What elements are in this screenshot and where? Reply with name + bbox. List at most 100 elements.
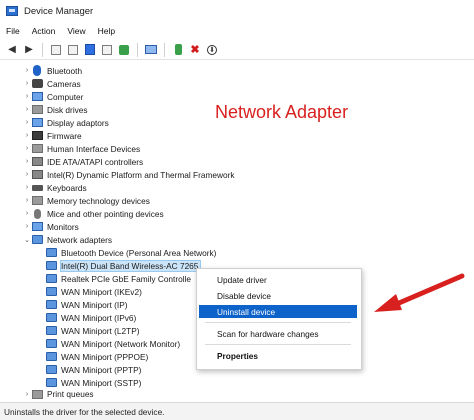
expand-chevron-icon[interactable]: › (22, 106, 32, 113)
tree-item-label: Disk drives (47, 104, 88, 115)
update-icon[interactable] (117, 43, 131, 57)
memory-icon (32, 196, 43, 205)
expand-chevron-icon[interactable]: › (22, 80, 32, 87)
menu-file[interactable]: File (0, 26, 26, 36)
help-icon[interactable] (83, 43, 97, 57)
network-device-item[interactable]: WAN Miniport (Network Monitor) (46, 337, 180, 350)
expand-chevron-icon[interactable]: › (22, 391, 32, 398)
network-icon (32, 235, 43, 244)
tree-item-firmware[interactable]: › Firmware (22, 129, 82, 142)
tree-item-memory[interactable]: › Memory technology devices (22, 194, 150, 207)
tree-item-label: Display adaptors (47, 117, 109, 128)
tree-item-network-adapters[interactable]: ⌄ Network adapters (22, 233, 112, 246)
expand-chevron-icon[interactable]: › (22, 145, 32, 152)
menu-help[interactable]: Help (92, 26, 121, 36)
tree-item-computer[interactable]: › Computer (22, 90, 84, 103)
network-device-label: WAN Miniport (L2TP) (61, 325, 140, 336)
tree-item-mice[interactable]: › Mice and other pointing devices (22, 207, 164, 220)
tree-item-ide[interactable]: › IDE ATA/ATAPI controllers (22, 155, 143, 168)
menu-view[interactable]: View (61, 26, 91, 36)
toolbar-divider (42, 42, 43, 57)
expand-chevron-icon[interactable]: › (22, 197, 32, 204)
expand-chevron-icon[interactable]: › (22, 171, 32, 178)
menu-item-uninstall-device[interactable]: Uninstall device (199, 305, 357, 318)
network-device-item[interactable]: WAN Miniport (IP) (46, 298, 128, 311)
menu-bar: File Action View Help (0, 22, 474, 40)
network-icon (46, 352, 57, 361)
network-device-label: WAN Miniport (IP) (61, 299, 128, 310)
network-icon (46, 378, 57, 387)
expand-chevron-icon[interactable]: › (22, 158, 32, 165)
network-device-item[interactable]: WAN Miniport (IKEv2) (46, 285, 142, 298)
tree-item-label: IDE ATA/ATAPI controllers (47, 156, 144, 167)
network-icon (46, 339, 57, 348)
enable-icon[interactable] (171, 43, 185, 57)
network-device-label: WAN Miniport (Network Monitor) (61, 338, 181, 349)
network-icon (46, 248, 57, 257)
list-icon[interactable] (66, 43, 80, 57)
expand-chevron-icon[interactable]: › (22, 223, 32, 230)
tree-item-label: Intel(R) Dynamic Platform and Thermal Fr… (47, 169, 235, 180)
tree-item-intel-dptf[interactable]: › Intel(R) Dynamic Platform and Thermal … (22, 168, 235, 181)
network-device-item[interactable]: WAN Miniport (PPPOE) (46, 350, 148, 363)
download-icon[interactable]: ⬇ (205, 43, 219, 57)
network-device-item[interactable]: WAN Miniport (PPTP) (46, 363, 141, 376)
network-icon (46, 300, 57, 309)
properties-icon[interactable] (49, 43, 63, 57)
tree-item-hid[interactable]: › Human Interface Devices (22, 142, 140, 155)
mouse-icon (34, 208, 41, 219)
network-device-item[interactable]: Bluetooth Device (Personal Area Network) (46, 246, 216, 259)
menu-divider (205, 344, 351, 345)
expand-chevron-icon[interactable]: › (22, 184, 32, 191)
tree-item-label: Bluetooth (47, 65, 83, 76)
tree-item-print-queues[interactable]: › Print queues (22, 389, 94, 399)
network-icon (46, 326, 57, 335)
view-icon[interactable] (100, 43, 114, 57)
tree-item-label: Print queues (47, 389, 94, 399)
red-arrow-icon (374, 273, 465, 312)
network-device-item[interactable]: WAN Miniport (L2TP) (46, 324, 140, 337)
window-title: Device Manager (24, 5, 94, 17)
status-bar: Uninstalls the driver for the selected d… (0, 402, 474, 420)
expand-chevron-icon[interactable]: › (22, 67, 32, 74)
menu-action[interactable]: Action (26, 26, 62, 36)
menu-item-properties[interactable]: Properties (199, 349, 357, 362)
expand-chevron-icon[interactable]: › (22, 93, 32, 100)
network-icon (46, 274, 57, 283)
forward-arrow-icon[interactable]: ▶ (22, 43, 36, 57)
collapse-chevron-icon[interactable]: ⌄ (22, 236, 32, 244)
network-device-label: WAN Miniport (PPPOE) (61, 351, 149, 362)
uninstall-icon[interactable]: ✖ (188, 43, 202, 57)
tree-item-disk-drives[interactable]: › Disk drives (22, 103, 88, 116)
network-device-item[interactable]: WAN Miniport (SSTP) (46, 376, 141, 389)
menu-divider (205, 322, 351, 323)
expand-chevron-icon[interactable]: › (22, 132, 32, 139)
tree-item-bluetooth[interactable]: › Bluetooth (22, 64, 82, 77)
tree-item-label: Mice and other pointing devices (47, 208, 164, 219)
monitor-icon[interactable] (144, 43, 158, 57)
network-device-item[interactable]: Realtek PCIe GbE Family Controlle (46, 272, 191, 285)
tree-item-cameras[interactable]: › Cameras (22, 77, 81, 90)
network-device-item-selected[interactable]: Intel(R) Dual Band Wireless-AC 7265 (46, 259, 202, 272)
menu-item-disable-device[interactable]: Disable device (199, 289, 357, 302)
menu-item-scan-hardware[interactable]: Scan for hardware changes (199, 327, 357, 340)
network-icon (46, 365, 57, 374)
bluetooth-icon (33, 65, 41, 76)
title-bar: Device Manager (0, 0, 474, 23)
status-text: Uninstalls the driver for the selected d… (4, 406, 165, 417)
tree-item-label: Human Interface Devices (47, 143, 141, 154)
tree-item-label: Monitors (47, 221, 79, 232)
back-arrow-icon[interactable]: ◀ (5, 43, 19, 57)
expand-chevron-icon[interactable]: › (22, 210, 32, 217)
expand-chevron-icon[interactable]: › (22, 119, 32, 126)
menu-item-update-driver[interactable]: Update driver (199, 273, 357, 286)
tree-item-monitors[interactable]: › Monitors (22, 220, 79, 233)
toolbar: ◀ ▶ ✖ ⬇ (0, 40, 474, 60)
network-device-label: Realtek PCIe GbE Family Controlle (61, 273, 192, 284)
network-icon (46, 287, 57, 296)
keyboard-icon (32, 184, 43, 191)
network-device-item[interactable]: WAN Miniport (IPv6) (46, 311, 136, 324)
tree-item-keyboards[interactable]: › Keyboards (22, 181, 87, 194)
toolbar-divider (164, 42, 165, 57)
tree-item-display-adaptors[interactable]: › Display adaptors (22, 116, 109, 129)
